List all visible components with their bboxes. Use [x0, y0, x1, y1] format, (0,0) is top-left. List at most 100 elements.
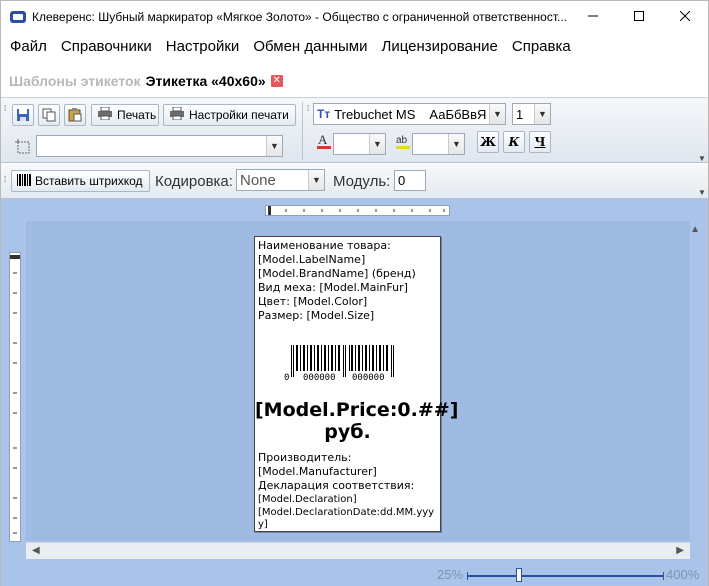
- template-select[interactable]: ▼: [36, 135, 283, 157]
- print-button[interactable]: Печать: [91, 104, 159, 126]
- underline-button[interactable]: Ч: [529, 131, 551, 153]
- barcode-digits-left: 000000: [303, 373, 336, 383]
- maximize-button[interactable]: [616, 1, 662, 31]
- product-name-caption[interactable]: Наименование товара:: [258, 239, 391, 253]
- horizontal-scrollbar[interactable]: ◀ ▶: [26, 542, 690, 559]
- toolbar-grip-icon[interactable]: ⁞: [307, 104, 309, 113]
- paste-icon: [68, 108, 82, 122]
- font-size-value: 1: [516, 106, 524, 122]
- zoom-tick: [663, 572, 664, 580]
- menu-item-help[interactable]: Справка: [505, 38, 578, 55]
- module-label: Модуль:: [333, 173, 391, 190]
- barcode-element[interactable]: 0 000000 000000: [283, 345, 413, 383]
- window-controls: [570, 1, 708, 31]
- highlight-color-select[interactable]: ▼: [412, 133, 465, 155]
- toolbar-overflow-icon[interactable]: ▼: [698, 154, 706, 163]
- declaration-field[interactable]: [Model.Declaration]: [258, 493, 357, 507]
- label-preview[interactable]: Наименование товара: [Model.LabelName] […: [254, 236, 458, 532]
- print-settings-button[interactable]: Настройки печати: [163, 104, 296, 126]
- formatting-toolbar: ⁞ Печать Настройки печати ▼ ⁞ Tт Trebuch…: [1, 97, 708, 163]
- module-value: 0: [398, 173, 406, 188]
- label-name-field[interactable]: [Model.LabelName]: [258, 253, 365, 267]
- vertical-ruler: [9, 252, 21, 542]
- menu-item-licensing[interactable]: Лицензирование: [375, 38, 505, 55]
- font-name: Trebuchet MS: [334, 106, 416, 122]
- encoding-select[interactable]: None ▼: [236, 169, 325, 191]
- font-color-select[interactable]: ▼: [333, 133, 386, 155]
- zoom-max-label: 400%: [666, 567, 700, 582]
- printer-settings-icon: [169, 106, 185, 123]
- menu-item-directories[interactable]: Справочники: [54, 38, 159, 55]
- zoom-min-label: 25%: [437, 567, 464, 582]
- label-size-icon: [12, 136, 34, 158]
- scroll-left-icon[interactable]: ◀: [32, 545, 40, 556]
- close-icon: [680, 11, 690, 21]
- copy-icon: [42, 108, 56, 122]
- tab-label-40x60[interactable]: Этикетка «40x60»: [146, 73, 266, 89]
- scroll-up-icon[interactable]: ▲: [690, 224, 700, 235]
- chevron-down-icon: ▼: [369, 134, 385, 154]
- module-input[interactable]: 0: [394, 170, 426, 191]
- manufacturer-caption[interactable]: Производитель:: [258, 451, 351, 465]
- maximize-icon: [634, 11, 644, 21]
- font-size-select[interactable]: 1 ▼: [512, 103, 551, 125]
- paste-button[interactable]: [64, 104, 86, 126]
- toolbar-grip-icon[interactable]: ⁞: [4, 104, 6, 113]
- truetype-font-icon: Tт: [317, 107, 331, 121]
- horizontal-ruler: [265, 205, 450, 216]
- window-title: Клеверенс: Шубный маркиратор «Мягкое Зол…: [32, 9, 567, 24]
- close-button[interactable]: [662, 1, 708, 31]
- title-bar: Клеверенс: Шубный маркиратор «Мягкое Зол…: [1, 1, 708, 32]
- font-select[interactable]: Tт Trebuchet MS АаБбВвЯ ▼: [313, 103, 506, 125]
- menu-item-settings[interactable]: Настройки: [159, 38, 247, 55]
- label-designer-area: ▲ Наименование товара: [Model.LabelName]…: [1, 199, 708, 565]
- manufacturer-field[interactable]: [Model.Manufacturer]: [258, 465, 377, 479]
- print-settings-label: Настройки печати: [189, 108, 289, 122]
- scroll-right-icon[interactable]: ▶: [676, 545, 684, 556]
- save-button[interactable]: [12, 104, 34, 126]
- insert-barcode-button[interactable]: Вставить штрихкод: [11, 170, 150, 192]
- copy-button[interactable]: [38, 104, 60, 126]
- toolbar-overflow-icon[interactable]: ▼: [698, 188, 706, 197]
- menu-item-file[interactable]: Файл: [1, 38, 54, 55]
- brand-name-field[interactable]: [Model.BrandName] (бренд): [258, 267, 416, 281]
- price-field[interactable]: [Model.Price:0.##] руб.: [255, 399, 458, 443]
- encoding-label: Кодировка:: [155, 173, 233, 190]
- minimize-button[interactable]: [570, 1, 616, 31]
- declaration-caption[interactable]: Декларация соответствия:: [258, 479, 414, 493]
- zoom-tick: [467, 572, 468, 580]
- declaration-date-field[interactable]: [Model.DeclarationDate:dd.MM.yyy: [258, 506, 434, 520]
- declaration-date-field-wrap[interactable]: y]: [258, 518, 268, 532]
- price-currency: руб.: [324, 421, 371, 443]
- minimize-icon: [588, 15, 598, 17]
- bold-button[interactable]: Ж: [477, 131, 499, 153]
- document-tabs: Шаблоны этикеток Этикетка «40x60» ✕: [1, 67, 283, 95]
- chevron-down-icon: ▼: [489, 104, 505, 124]
- color-field[interactable]: Цвет: [Model.Color]: [258, 295, 367, 309]
- toolbar-grip-icon[interactable]: ⁞: [4, 175, 6, 184]
- zoom-slider-thumb[interactable]: [516, 568, 522, 582]
- size-field[interactable]: Размер: [Model.Size]: [258, 309, 374, 323]
- chevron-down-icon: ▼: [534, 104, 550, 124]
- menu-bar: Файл Справочники Настройки Обмен данными…: [1, 32, 708, 61]
- insert-barcode-label: Вставить штрихкод: [35, 174, 143, 188]
- main-fur-field[interactable]: Вид меха: [Model.MainFur]: [258, 281, 408, 295]
- chevron-down-icon: ▼: [448, 134, 464, 154]
- barcode-toolbar: ⁞ Вставить штрихкод Кодировка: None ▼ Мо…: [1, 164, 708, 199]
- chevron-down-icon: ▼: [308, 170, 324, 190]
- app-window: Клеверенс: Шубный маркиратор «Мягкое Зол…: [0, 0, 709, 586]
- font-preview: АаБбВвЯ: [429, 106, 487, 122]
- svg-text:A: A: [318, 132, 328, 147]
- tab-close-icon[interactable]: ✕: [270, 75, 283, 87]
- zoom-slider-track[interactable]: [468, 575, 664, 577]
- save-icon: [17, 109, 29, 121]
- barcode-icon: [17, 173, 31, 189]
- highlight-color-icon: ab: [395, 132, 411, 153]
- barcode-digit-first: 0: [284, 373, 289, 383]
- svg-text:ab: ab: [396, 135, 408, 146]
- toolbar-separator: [302, 102, 303, 160]
- menu-item-data-exchange[interactable]: Обмен данными: [246, 38, 374, 55]
- italic-button[interactable]: К: [503, 131, 525, 153]
- tab-label-templates[interactable]: Шаблоны этикеток: [9, 73, 141, 89]
- status-bar: 25% 400%: [1, 565, 708, 586]
